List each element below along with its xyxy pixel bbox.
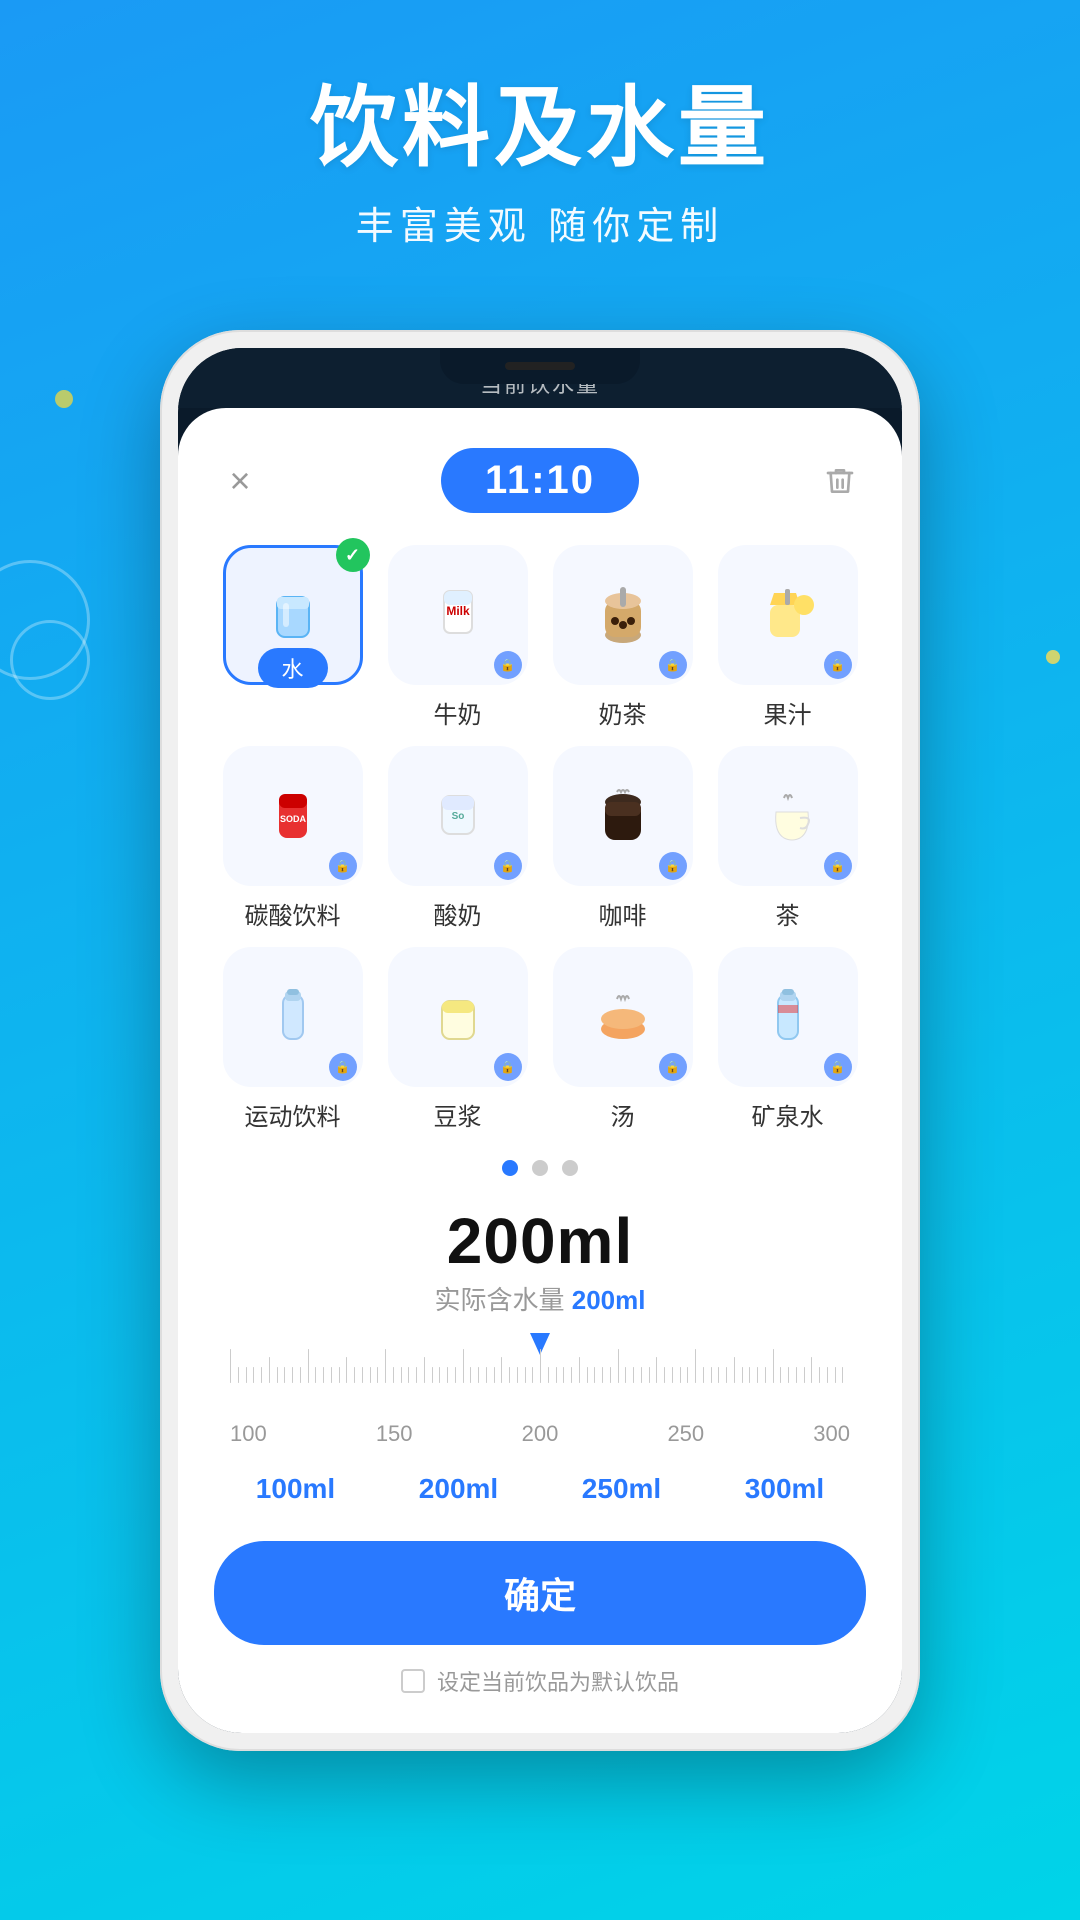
drink-item-mineral[interactable]: 🔒矿泉水: [709, 947, 866, 1132]
drink-icon-soup: 🔒: [553, 947, 693, 1087]
drink-item-water[interactable]: 水: [214, 545, 371, 730]
lock-icon: 🔒: [659, 1053, 687, 1081]
lock-icon: 🔒: [494, 1053, 522, 1081]
ruler[interactable]: [214, 1333, 866, 1413]
drink-label-milk: 牛奶: [434, 695, 482, 730]
confirm-button[interactable]: 确定: [214, 1541, 866, 1645]
default-checkbox[interactable]: [401, 1669, 425, 1693]
drink-icon-milk: Milk 🔒: [388, 545, 528, 685]
drink-item-coffee[interactable]: 🔒 咖啡: [544, 746, 701, 931]
dot-3[interactable]: [562, 1160, 578, 1176]
volume-main: 200ml: [214, 1204, 866, 1278]
dot-2[interactable]: [532, 1160, 548, 1176]
phone-speaker: [505, 362, 575, 370]
lock-icon: 🔒: [824, 852, 852, 880]
close-button[interactable]: ×: [214, 455, 266, 507]
lock-icon: 🔒: [329, 1053, 357, 1081]
lock-icon: 🔒: [659, 651, 687, 679]
volume-display: 200ml 实际含水量 200ml: [214, 1204, 866, 1317]
drink-label-tea: 茶: [776, 896, 800, 931]
default-check-row: 设定当前饮品为默认饮品: [214, 1665, 866, 1697]
ruler-label-100: 100: [230, 1421, 267, 1447]
drink-label-soup: 汤: [611, 1097, 635, 1132]
quick-btn-200[interactable]: 200ml: [399, 1465, 518, 1513]
drink-icon-soymilk: 🔒: [388, 947, 528, 1087]
drink-icon-water: 水: [223, 545, 363, 685]
dot-1[interactable]: [502, 1160, 518, 1176]
drink-icon-coffee: 🔒: [553, 746, 693, 886]
quick-select: 100ml 200ml 250ml 300ml: [214, 1465, 866, 1513]
drink-item-soup[interactable]: 🔒汤: [544, 947, 701, 1132]
drink-label-juice: 果汁: [764, 695, 812, 730]
drink-label-yogurt: 酸奶: [434, 896, 482, 931]
drink-label-sports: 运动饮料: [245, 1097, 341, 1132]
lock-icon: 🔒: [824, 651, 852, 679]
drink-item-sports[interactable]: 🔒 运动饮料: [214, 947, 371, 1132]
drink-icon-yogurt: So 🔒: [388, 746, 528, 886]
phone-mockup: 当前饮水量 × 11:10: [160, 330, 920, 1751]
volume-sub: 实际含水量 200ml: [214, 1280, 866, 1317]
quick-btn-250[interactable]: 250ml: [562, 1465, 681, 1513]
volume-sub-value: 200ml: [572, 1285, 646, 1315]
drink-item-milk[interactable]: Milk 🔒 牛奶: [379, 545, 536, 730]
lock-icon: 🔒: [824, 1053, 852, 1081]
ruler-label-250: 250: [667, 1421, 704, 1447]
time-badge: 11:10: [441, 448, 639, 513]
phone-notch: [440, 348, 640, 384]
lock-icon: 🔒: [329, 852, 357, 880]
drink-badge-water: 水: [257, 648, 327, 688]
drink-item-tea[interactable]: 🔒茶: [709, 746, 866, 931]
phone-outer: 当前饮水量 × 11:10: [160, 330, 920, 1751]
drink-label-coffee: 咖啡: [599, 896, 647, 931]
bg-circle-2: [10, 620, 90, 700]
drink-grid: 水Milk🔒牛奶🔒奶茶🔒果汁SODA🔒碳酸饮料So🔒酸奶🔒咖啡🔒茶🔒运动饮料🔒豆…: [214, 545, 866, 1132]
header-area: 饮料及水量 丰富美观 随你定制: [0, 80, 1080, 250]
drink-label-mineral: 矿泉水: [752, 1097, 824, 1132]
drink-icon-bubble_tea: 🔒: [553, 545, 693, 685]
drink-item-yogurt[interactable]: So 🔒 酸奶: [379, 746, 536, 931]
drink-icon-tea: 🔒: [718, 746, 858, 886]
ruler-labels: 100 150 200 250 300: [214, 1421, 866, 1447]
ruler-label-200: 200: [522, 1421, 559, 1447]
drink-label-soda: 碳酸饮料: [245, 896, 341, 931]
quick-btn-300[interactable]: 300ml: [725, 1465, 844, 1513]
lock-icon: 🔒: [659, 852, 687, 880]
drink-icon-mineral: 🔒: [718, 947, 858, 1087]
drink-item-soymilk[interactable]: 🔒 豆浆: [379, 947, 536, 1132]
svg-text:Milk: Milk: [446, 604, 470, 618]
delete-button[interactable]: [814, 455, 866, 507]
drink-icon-juice: 🔒: [718, 545, 858, 685]
drink-item-juice[interactable]: 🔒 果汁: [709, 545, 866, 730]
phone-inner: 当前饮水量 × 11:10: [178, 348, 902, 1733]
svg-text:SODA: SODA: [279, 814, 306, 824]
drink-icon-soda: SODA 🔒: [223, 746, 363, 886]
drink-item-bubble_tea[interactable]: 🔒 奶茶: [544, 545, 701, 730]
modal-card: × 11:10 水Milk🔒牛奶🔒奶茶🔒果汁SODA🔒碳酸饮料So🔒酸奶🔒咖啡🔒…: [178, 408, 902, 1733]
drink-label-soymilk: 豆浆: [434, 1097, 482, 1132]
quick-btn-100[interactable]: 100ml: [236, 1465, 355, 1513]
ruler-label-150: 150: [376, 1421, 413, 1447]
lock-icon: 🔒: [494, 651, 522, 679]
drink-label-bubble_tea: 奶茶: [599, 695, 647, 730]
ruler-label-300: 300: [813, 1421, 850, 1447]
lock-icon: 🔒: [494, 852, 522, 880]
page-subtitle: 丰富美观 随你定制: [0, 195, 1080, 250]
bg-dot-1: [55, 390, 73, 408]
ruler-track: [214, 1333, 866, 1383]
default-check-label: 设定当前饮品为默认饮品: [437, 1665, 679, 1697]
drink-icon-sports: 🔒: [223, 947, 363, 1087]
modal-header: × 11:10: [214, 448, 866, 513]
pagination-dots: [214, 1160, 866, 1176]
drink-item-soda[interactable]: SODA 🔒 碳酸饮料: [214, 746, 371, 931]
volume-sub-label: 实际含水量: [435, 1285, 565, 1315]
page-title: 饮料及水量: [0, 80, 1080, 177]
svg-text:So: So: [451, 811, 464, 822]
bg-dot-2: [1046, 650, 1060, 664]
